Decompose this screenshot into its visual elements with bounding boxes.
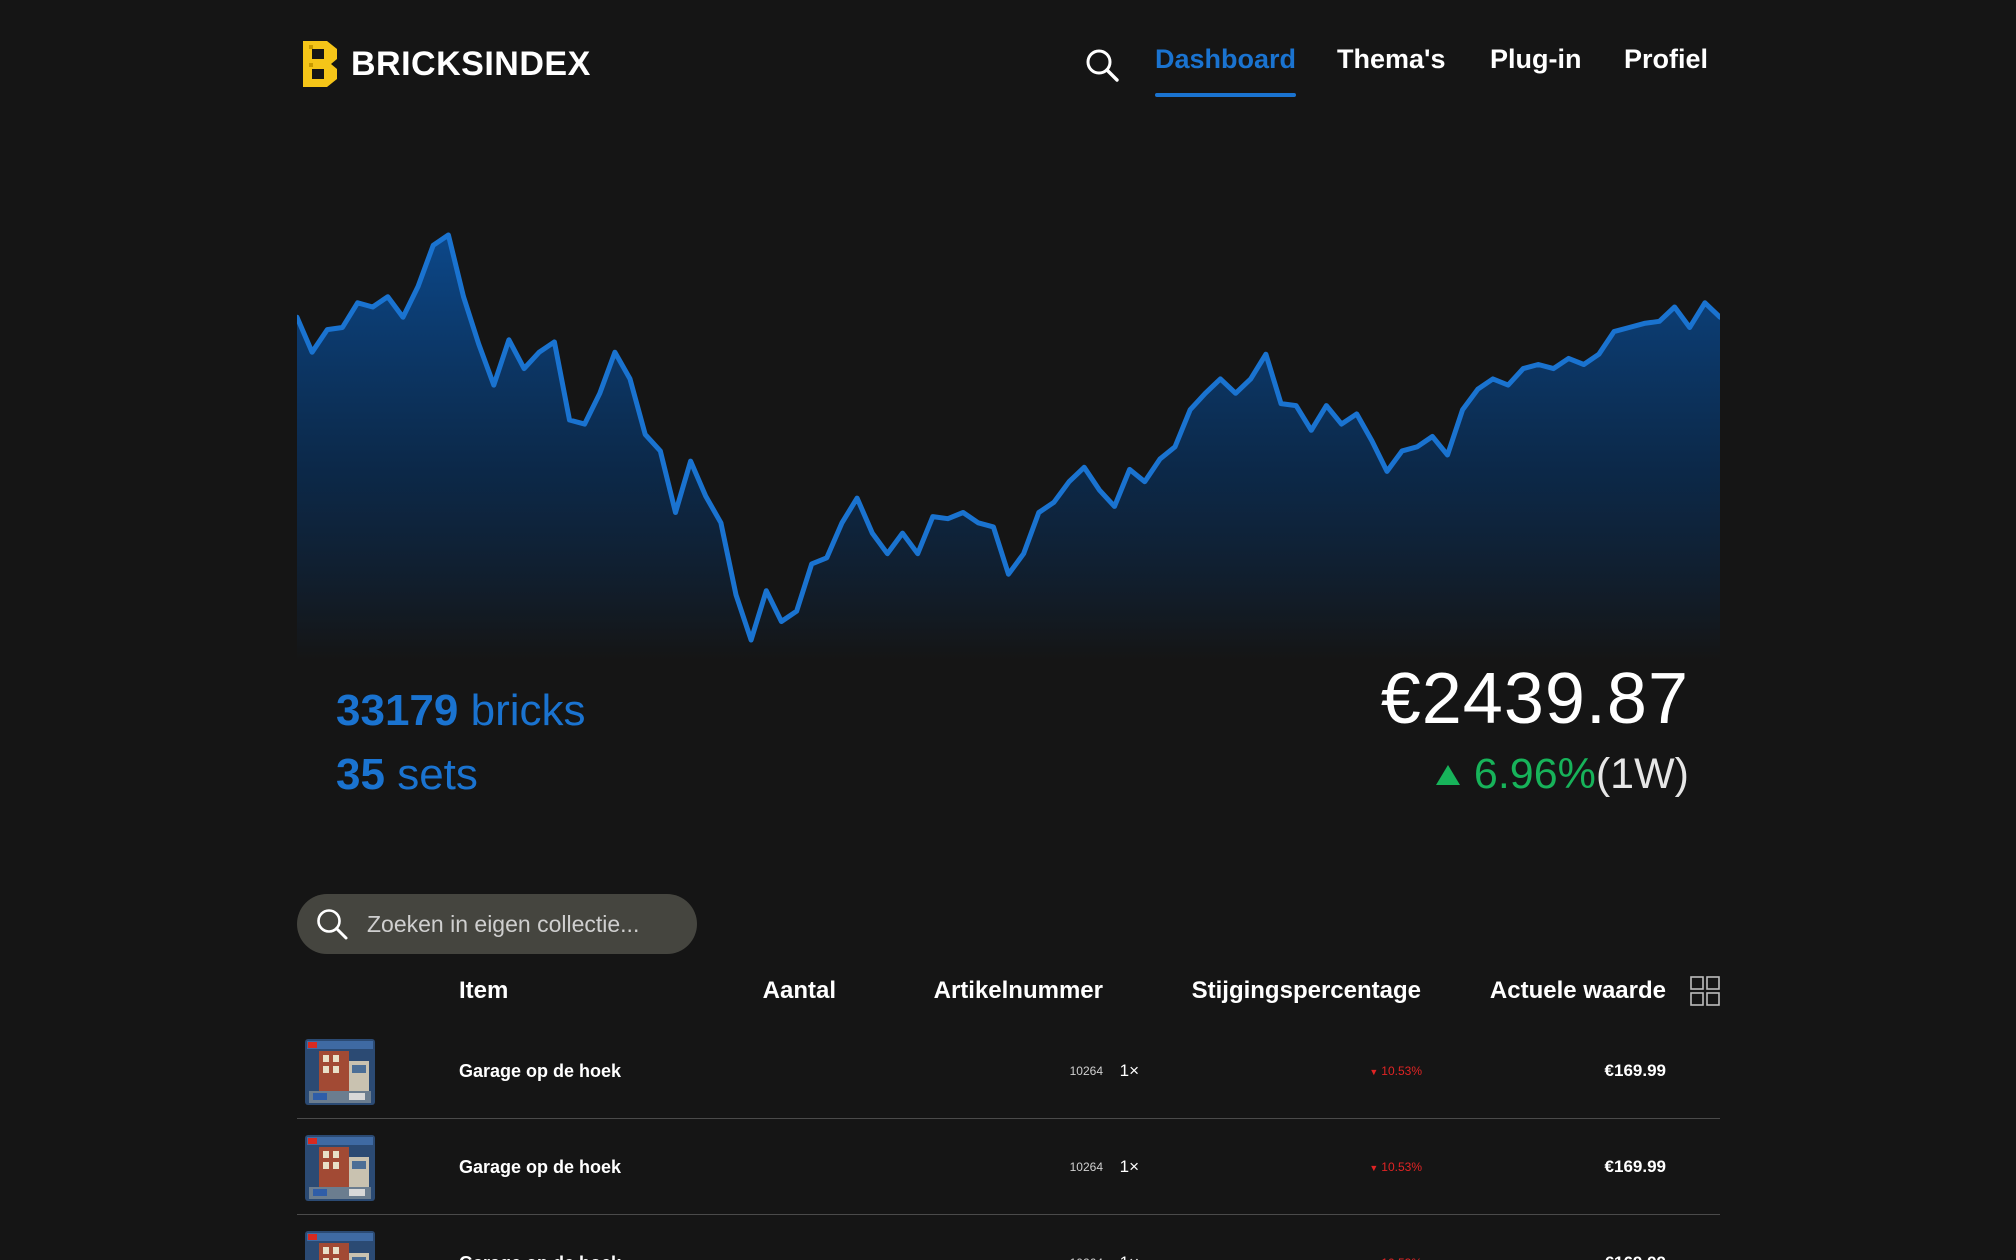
table-row[interactable]: Garage op de hoek 1× 10264 ▼10.53% €169.99 [297,1023,1720,1119]
sets-label: sets [397,750,478,799]
item-current-value: €169.99 [1604,1157,1666,1176]
item-quantity: 1× [1120,1215,1139,1260]
search-icon [317,909,348,940]
nav-dashboard-label: Dashboard [1155,44,1297,74]
table-row[interactable]: Garage op de hoek 1× 10264 ▼10.53% €169.99 [297,1215,1720,1260]
logo-text: BRICKSINDEX [351,44,591,83]
item-change-percentage: 10.53% [1381,1256,1422,1260]
item-article-number: 10264 [1069,1160,1103,1174]
item-change: ▼10.53% [1369,1215,1422,1260]
total-value: €2439.87 [1380,659,1689,739]
nav-themas[interactable]: Thema's [1337,44,1445,104]
table-row[interactable]: Garage op de hoek 1× 10264 ▼10.53% €169.99 [297,1119,1720,1215]
column-artikelnummer[interactable]: Artikelnummer [934,977,1103,1005]
change-percentage: 6.96% [1473,750,1596,798]
nav-profiel[interactable]: Profiel [1624,44,1708,104]
item-quantity: 1× [1119,1061,1139,1080]
arrow-down-icon: ▼ [1369,1067,1379,1077]
set-thumbnail-image [305,1039,375,1105]
arrow-down-icon: ▼ [1369,1163,1379,1173]
column-actuele-waarde[interactable]: Actuele waarde [1490,977,1666,1005]
item-current-value: €169.99 [1605,1215,1666,1260]
portfolio-value-chart [297,232,1720,660]
item-quantity: 1× [1119,1157,1139,1176]
value-change: 6.96% (1W) [1435,750,1689,799]
set-thumbnail-image [305,1231,375,1260]
logo[interactable]: BRICKSINDEX [303,40,591,88]
nav-profiel-label: Profiel [1624,44,1709,74]
nav-active-underline [1155,93,1297,97]
search-input[interactable] [367,910,667,938]
set-thumbnail-image [305,1135,375,1201]
bricks-label: bricks [470,686,586,735]
change-period: (1W) [1595,750,1689,798]
bricks-count: 33179 [336,686,459,735]
page: BRICKSINDEX Dashboard Thema's Plug-in Pr… [0,0,2016,1260]
nav-plugin[interactable]: Plug-in [1490,44,1581,104]
collection-stats: 33179 bricks 35 sets [336,686,586,814]
column-item[interactable]: Item [459,977,508,1005]
bricks-stat: 33179 bricks [336,686,586,750]
column-aantal[interactable]: Aantal [763,977,836,1005]
grid-view-icon[interactable] [1690,976,1720,1006]
collection-search[interactable] [297,894,697,954]
nav-themas-label: Thema's [1337,44,1446,74]
item-current-value: €169.99 [1604,1061,1666,1080]
item-change-percentage: 10.53% [1381,1064,1422,1078]
item-name: Garage op de hoek [459,1061,622,1081]
item-change: ▼10.53% [1369,1023,1422,1119]
sets-count: 35 [336,750,385,799]
item-change: ▼10.53% [1369,1119,1422,1215]
nav-plugin-label: Plug-in [1490,44,1582,74]
nav-dashboard[interactable]: Dashboard [1155,44,1297,104]
item-name: Garage op de hoek [459,1215,621,1260]
item-article-number: 10264 [1069,1064,1103,1078]
logo-brick-icon [303,41,337,87]
search-icon[interactable] [1084,47,1120,83]
item-name: Garage op de hoek [459,1157,622,1177]
item-article-number: 10264 [1070,1215,1103,1260]
column-stijgingspercentage[interactable]: Stijgingspercentage [1192,977,1421,1005]
arrow-up-icon [1435,764,1460,785]
sets-stat: 35 sets [336,750,586,814]
chart-area-fill [297,235,1720,660]
item-change-percentage: 10.53% [1381,1160,1422,1174]
